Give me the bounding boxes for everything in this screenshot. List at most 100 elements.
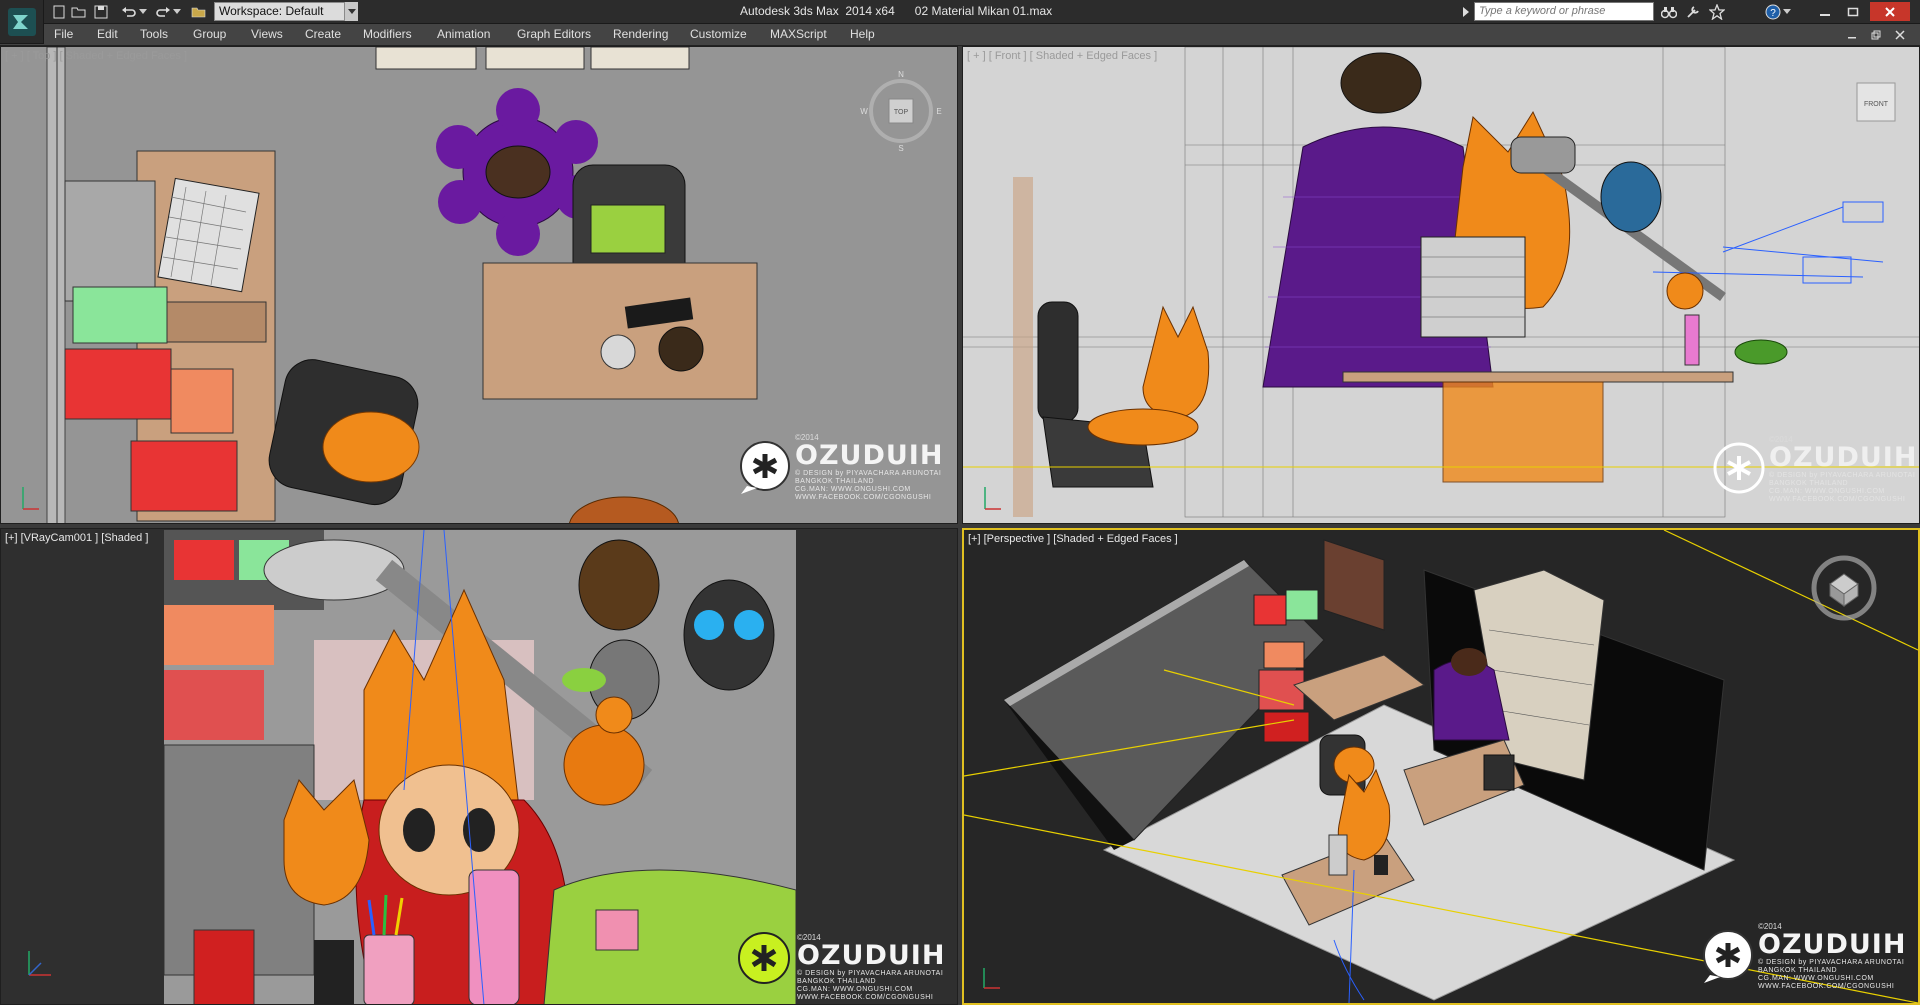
watermark-line: WWW.FACEBOOK.COM/CGONGUSHI [797,994,934,1001]
svg-text:?: ? [1770,8,1776,19]
watermark-line: CG.MAN: WWW.ONGUSHI.COM [1769,488,1885,495]
perspective-viewport-label[interactable]: [+] [Perspective ] [Shaded + Edged Faces… [968,533,1178,545]
close-icon [1885,6,1895,17]
undo-icon [122,7,136,17]
menu-graph-editors[interactable]: Graph Editors [517,27,591,41]
watermark-line: CG.MAN: WWW.ONGUSHI.COM [1758,975,1874,982]
front-viewport-label[interactable]: [ + ] [ Front ] [ Shaded + Edged Faces ] [967,50,1157,62]
menu-create[interactable]: Create [305,27,341,41]
menu-views[interactable]: Views [251,27,283,41]
help-button[interactable]: ? [1764,3,1782,21]
front-viewport[interactable]: [ + ] [ Front ] [ Shaded + Edged Faces ] [962,46,1920,524]
search-input[interactable]: Type a keyword or phrase [1474,2,1654,21]
ozudwih-logo-icon [1703,929,1753,983]
app-logo-button[interactable] [0,0,44,44]
camera-render [164,530,796,1004]
watermark-line: WWW.FACEBOOK.COM/CGONGUSHI [1769,496,1906,503]
ozudwih-badge-icon [738,932,790,984]
camera-viewport[interactable]: [+] [VRayCam001 ] [Shaded ] ©2014 OZUDUI… [0,528,958,1005]
menu-file[interactable]: File [54,27,73,41]
axis-tripod-icon [28,951,51,976]
watermark-line: CG.MAN: WWW.ONGUSHI.COM [795,486,911,493]
watermark-title: OZUDUIH [1769,442,1918,473]
menu-help[interactable]: Help [850,27,875,41]
compass-w: W [860,107,868,116]
watermark-line: © DESIGN by PIYAVACHARA ARUNOTAI [1769,472,1916,479]
redo-button[interactable] [154,3,172,21]
menu-tools[interactable]: Tools [140,27,168,41]
open-file-button[interactable] [70,3,88,21]
ozudwih-logo-icon [1713,442,1765,493]
watermark-line: WWW.FACEBOOK.COM/CGONGUSHI [795,494,932,501]
viewcube-top[interactable]: TOP N E S W [859,69,943,153]
maximize-button[interactable] [1840,2,1866,21]
undo-dropdown[interactable] [138,3,148,21]
maximize-icon [1847,7,1859,16]
new-file-button[interactable] [50,3,68,21]
close-button[interactable] [1870,2,1910,21]
doc-minimize-button[interactable] [1842,25,1862,45]
search-collapse-button[interactable] [1460,3,1472,21]
star-icon [1709,4,1725,20]
window-title: Autodesk 3ds Max 2014 x64 02 Material Mi… [740,4,1053,18]
compass-e: E [936,107,941,116]
watermark-title: OZUDUIH [1758,929,1907,960]
save-file-icon [94,5,108,19]
viewcube-face-label: TOP [894,109,909,116]
viewcube-front[interactable]: FRONT [1851,77,1901,127]
watermark-camera: ©2014 OZUDUIH © DESIGN by PIYAVACHARA AR… [797,933,945,1002]
watermark-line: WWW.FACEBOOK.COM/CGONGUSHI [1758,983,1895,990]
close-icon [1895,30,1905,40]
camera-viewport-label[interactable]: [+] [VRayCam001 ] [Shaded ] [5,532,148,544]
redo-icon [156,7,170,17]
project-folder-button[interactable] [190,3,208,21]
chevron-down-icon [139,9,147,14]
watermark-line: BANGKOK THAILAND [1758,967,1838,974]
new-file-icon [53,5,65,19]
watermark-front: ©2014 OZUDUIH © DESIGN by PIYAVACHARA AR… [1711,435,1917,504]
chevron-right-icon [1463,7,1469,17]
menu-rendering[interactable]: Rendering [613,27,668,41]
workspace-select[interactable]: Workspace: Default [214,2,358,21]
doc-close-button[interactable] [1890,25,1910,45]
save-file-button[interactable] [92,3,110,21]
tools-icon [1687,6,1699,18]
menu-modifiers[interactable]: Modifiers [363,27,412,41]
restore-icon [1871,30,1881,40]
search-button[interactable] [1660,3,1678,21]
chevron-down-icon [1783,9,1791,14]
minimize-button[interactable] [1812,2,1838,21]
ozudwih-logo-icon [740,440,790,494]
watermark-line: BANGKOK THAILAND [797,978,877,985]
workspace-dropdown-arrow[interactable] [344,2,358,21]
watermark-title: OZUDUIH [797,940,946,971]
undo-button[interactable] [120,3,138,21]
watermark-persp: ©2014 OZUDUIH © DESIGN by PIYAVACHARA AR… [1700,922,1906,991]
watermark-line: BANGKOK THAILAND [1769,480,1849,487]
menu-customize[interactable]: Customize [690,27,747,41]
folder-icon [191,7,206,18]
binoculars-icon [1661,7,1677,19]
help-dropdown[interactable] [1782,3,1792,21]
menu-maxscript[interactable]: MAXScript [770,27,827,41]
3ds-max-logo-icon [7,7,36,36]
menu-edit[interactable]: Edit [97,27,118,41]
open-file-icon [71,7,86,18]
watermark-line: © DESIGN by PIYAVACHARA ARUNOTAI [797,970,944,977]
menu-group[interactable]: Group [193,27,226,41]
menu-animation[interactable]: Animation [437,27,490,41]
watermark-line: BANGKOK THAILAND [795,478,875,485]
chevron-down-icon [173,9,181,14]
watermark-top: ©2014 OZUDUIH © DESIGN by PIYAVACHARA AR… [737,433,943,502]
doc-restore-button[interactable] [1866,25,1886,45]
watermark-line: © DESIGN by PIYAVACHARA ARUNOTAI [795,470,942,477]
perspective-viewport[interactable]: [+] [Perspective ] [Shaded + Edged Faces… [962,528,1920,1005]
watermark-line: CG.MAN: WWW.ONGUSHI.COM [797,986,913,993]
compass-s: S [898,144,903,153]
favorites-button[interactable] [1708,3,1726,21]
subscription-button[interactable] [1684,3,1702,21]
title-bar: Workspace: Default Autodesk 3ds Max 2014… [0,0,1920,44]
redo-dropdown[interactable] [172,3,182,21]
top-viewport[interactable]: [ + ] [ Top ] [ Shaded + Edged Faces ] T… [0,46,958,524]
top-viewport-label[interactable]: [ + ] [ Top ] [ Shaded + Edged Faces ] [5,50,187,62]
